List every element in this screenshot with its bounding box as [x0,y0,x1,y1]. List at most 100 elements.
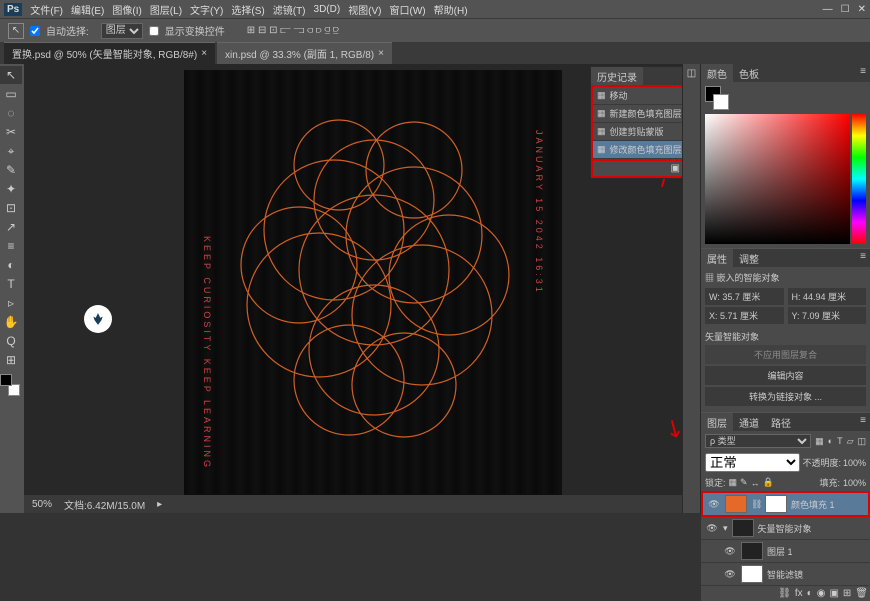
visibility-icon[interactable]: 👁 [705,523,719,534]
type-tool[interactable]: T [0,275,22,293]
crop-tool[interactable]: ✂ [0,123,22,141]
layer-filter-dropdown[interactable]: ρ 类型 [705,434,811,448]
visibility-icon[interactable]: 👁 [723,569,737,580]
width-field[interactable]: W: 35.7 厘米 [705,288,784,305]
adjustments-tab[interactable]: 调整 [733,249,765,267]
layer-row[interactable]: 👁 ⛓ 颜色填充 1 [701,491,870,517]
fx-icon[interactable]: fx [795,588,803,599]
mask-icon[interactable]: ◐ [807,588,813,599]
chevron-right-icon[interactable]: ▸ [157,499,162,510]
tab-close-icon[interactable]: × [378,48,384,59]
color-tab[interactable]: 颜色 [701,64,733,82]
menu-item[interactable]: 文件(F) [30,2,63,17]
gradient-tool[interactable]: ≡ [0,237,22,255]
pen-tool[interactable]: ▹ [0,294,22,312]
channels-tab[interactable]: 通道 [733,413,765,431]
color-field[interactable] [705,114,850,244]
history-entry[interactable]: ▦创建剪贴蒙版 [593,123,682,141]
blend-mode-dropdown[interactable]: 正常 [705,453,800,472]
history-entry[interactable]: ▦新建颜色填充图层 [593,105,682,123]
layer-row[interactable]: 👁 图层 1 [701,540,870,563]
zoom-level[interactable]: 50% [32,499,52,510]
new-layer-icon[interactable]: ⊞ [843,588,851,599]
maximize-icon[interactable]: ☐ [841,4,850,15]
filter-icon[interactable]: T [837,436,843,446]
history-entry[interactable]: ▦移动 [593,87,682,105]
layer-row[interactable]: 👁 ▾ 矢量智能对象 [701,517,870,540]
layer-name[interactable]: 矢量智能对象 [758,522,812,535]
menu-item[interactable]: 图像(I) [112,2,141,17]
auto-select-checkbox[interactable] [30,26,40,36]
color-preview[interactable] [705,86,729,110]
panel-menu-icon[interactable]: ≡ [856,413,870,431]
link-layers-icon[interactable]: ⛓ [778,588,791,599]
history-entry[interactable]: ▦修改颜色填充图层 [593,141,682,159]
zoom-tool[interactable]: Q [0,332,22,350]
auto-select-dropdown[interactable]: 图层 [101,23,143,39]
color-swatch[interactable] [0,374,22,396]
artboard[interactable]: JANUARY 15 2042 16:31 KEEP CURIOSITY KEE… [184,70,562,510]
convert-linked-button[interactable]: 转换为链接对象 ... [705,387,866,406]
history-tab[interactable]: 历史记录 [591,67,643,85]
trash-icon[interactable]: 🗑 [855,588,868,599]
eraser-tool[interactable]: ↗ [0,218,22,236]
y-field[interactable]: Y: 7.09 厘米 [788,307,867,324]
menu-item[interactable]: 3D(D) [314,4,341,15]
menu-item[interactable]: 选择(S) [231,2,264,17]
align-icon[interactable]: ⊞ ⊟ ⊡ ⫍ ⫎ ⫏ ⫐ ⫑ ⫒ [247,25,339,36]
lock-icon[interactable]: ↔ [751,478,760,488]
visibility-icon[interactable]: 👁 [723,546,737,557]
filter-icon[interactable]: ▱ [847,436,854,447]
panel-menu-icon[interactable]: ≡ [856,249,870,267]
visibility-icon[interactable]: 👁 [707,499,721,510]
group-icon[interactable]: ▣ [829,588,838,599]
history-panel[interactable]: 历史记录 ≡ ▦移动 ▦新建颜色填充图层 ▦创建剪贴蒙版 ▦修改颜色填充图层 ▣… [590,66,682,179]
layers-tab[interactable]: 图层 [701,413,733,431]
snapshot-icon[interactable]: ▣ [670,163,679,174]
adjustment-icon[interactable]: ◉ [817,588,826,599]
x-field[interactable]: X: 5.71 厘米 [705,307,784,324]
marquee-tool[interactable]: ▭ [0,85,22,103]
paths-tab[interactable]: 路径 [765,413,797,431]
layer-name[interactable]: 智能滤镜 [767,568,803,581]
menu-item[interactable]: 滤镜(T) [273,2,306,17]
hue-slider[interactable] [852,114,866,244]
menu-item[interactable]: 窗口(W) [390,2,426,17]
tab-close-icon[interactable]: × [201,48,207,59]
properties-tab[interactable]: 属性 [701,249,733,267]
filter-thumbnail[interactable] [741,565,763,583]
layer-thumbnail[interactable] [741,542,763,560]
close-icon[interactable]: ✕ [858,4,866,15]
menu-item[interactable]: 图层(L) [150,2,182,17]
move-tool[interactable]: ↖ [0,66,22,84]
edit-toolbar[interactable]: ⊞ [0,351,22,369]
healing-tool[interactable]: ✦ [0,180,22,198]
show-transform-checkbox[interactable] [149,26,159,36]
eyedropper-tool[interactable]: ⌖ [0,142,22,160]
brush-tool[interactable]: ✎ [0,161,22,179]
expand-icon[interactable]: ▾ [723,523,728,534]
lock-icon[interactable]: ▦ [729,477,738,488]
lock-icon[interactable]: ✎ [740,477,748,488]
mask-thumbnail[interactable] [765,495,787,513]
filter-icon[interactable]: ▦ [815,436,824,447]
menu-item[interactable]: 帮助(H) [434,2,468,17]
layer-thumbnail[interactable] [725,495,747,513]
layer-row[interactable]: 👁 智能滤镜 [701,563,870,586]
dodge-tool[interactable]: ◐ [0,256,22,274]
hand-tool[interactable]: ✋ [0,313,22,331]
collapsed-panel-dock[interactable]: ◫ [682,64,700,513]
filter-icon[interactable]: ◐ [828,436,833,446]
menu-item[interactable]: 编辑(E) [71,2,104,17]
clone-tool[interactable]: ⊡ [0,199,22,217]
menu-item[interactable]: 视图(V) [348,2,381,17]
layer-name[interactable]: 颜色填充 1 [791,498,835,511]
opacity-value[interactable]: 100% [843,458,866,468]
document-tab[interactable]: 置换.psd @ 50% (矢量智能对象, RGB/8#) × [4,42,215,64]
lock-icon[interactable]: 🔒 [763,477,774,488]
panel-menu-icon[interactable]: ≡ [856,64,870,82]
fill-value[interactable]: 100% [843,478,866,488]
filter-icon[interactable]: ◫ [857,436,866,447]
lasso-tool[interactable]: ◌ [0,104,22,122]
menu-item[interactable]: 文字(Y) [190,2,223,17]
